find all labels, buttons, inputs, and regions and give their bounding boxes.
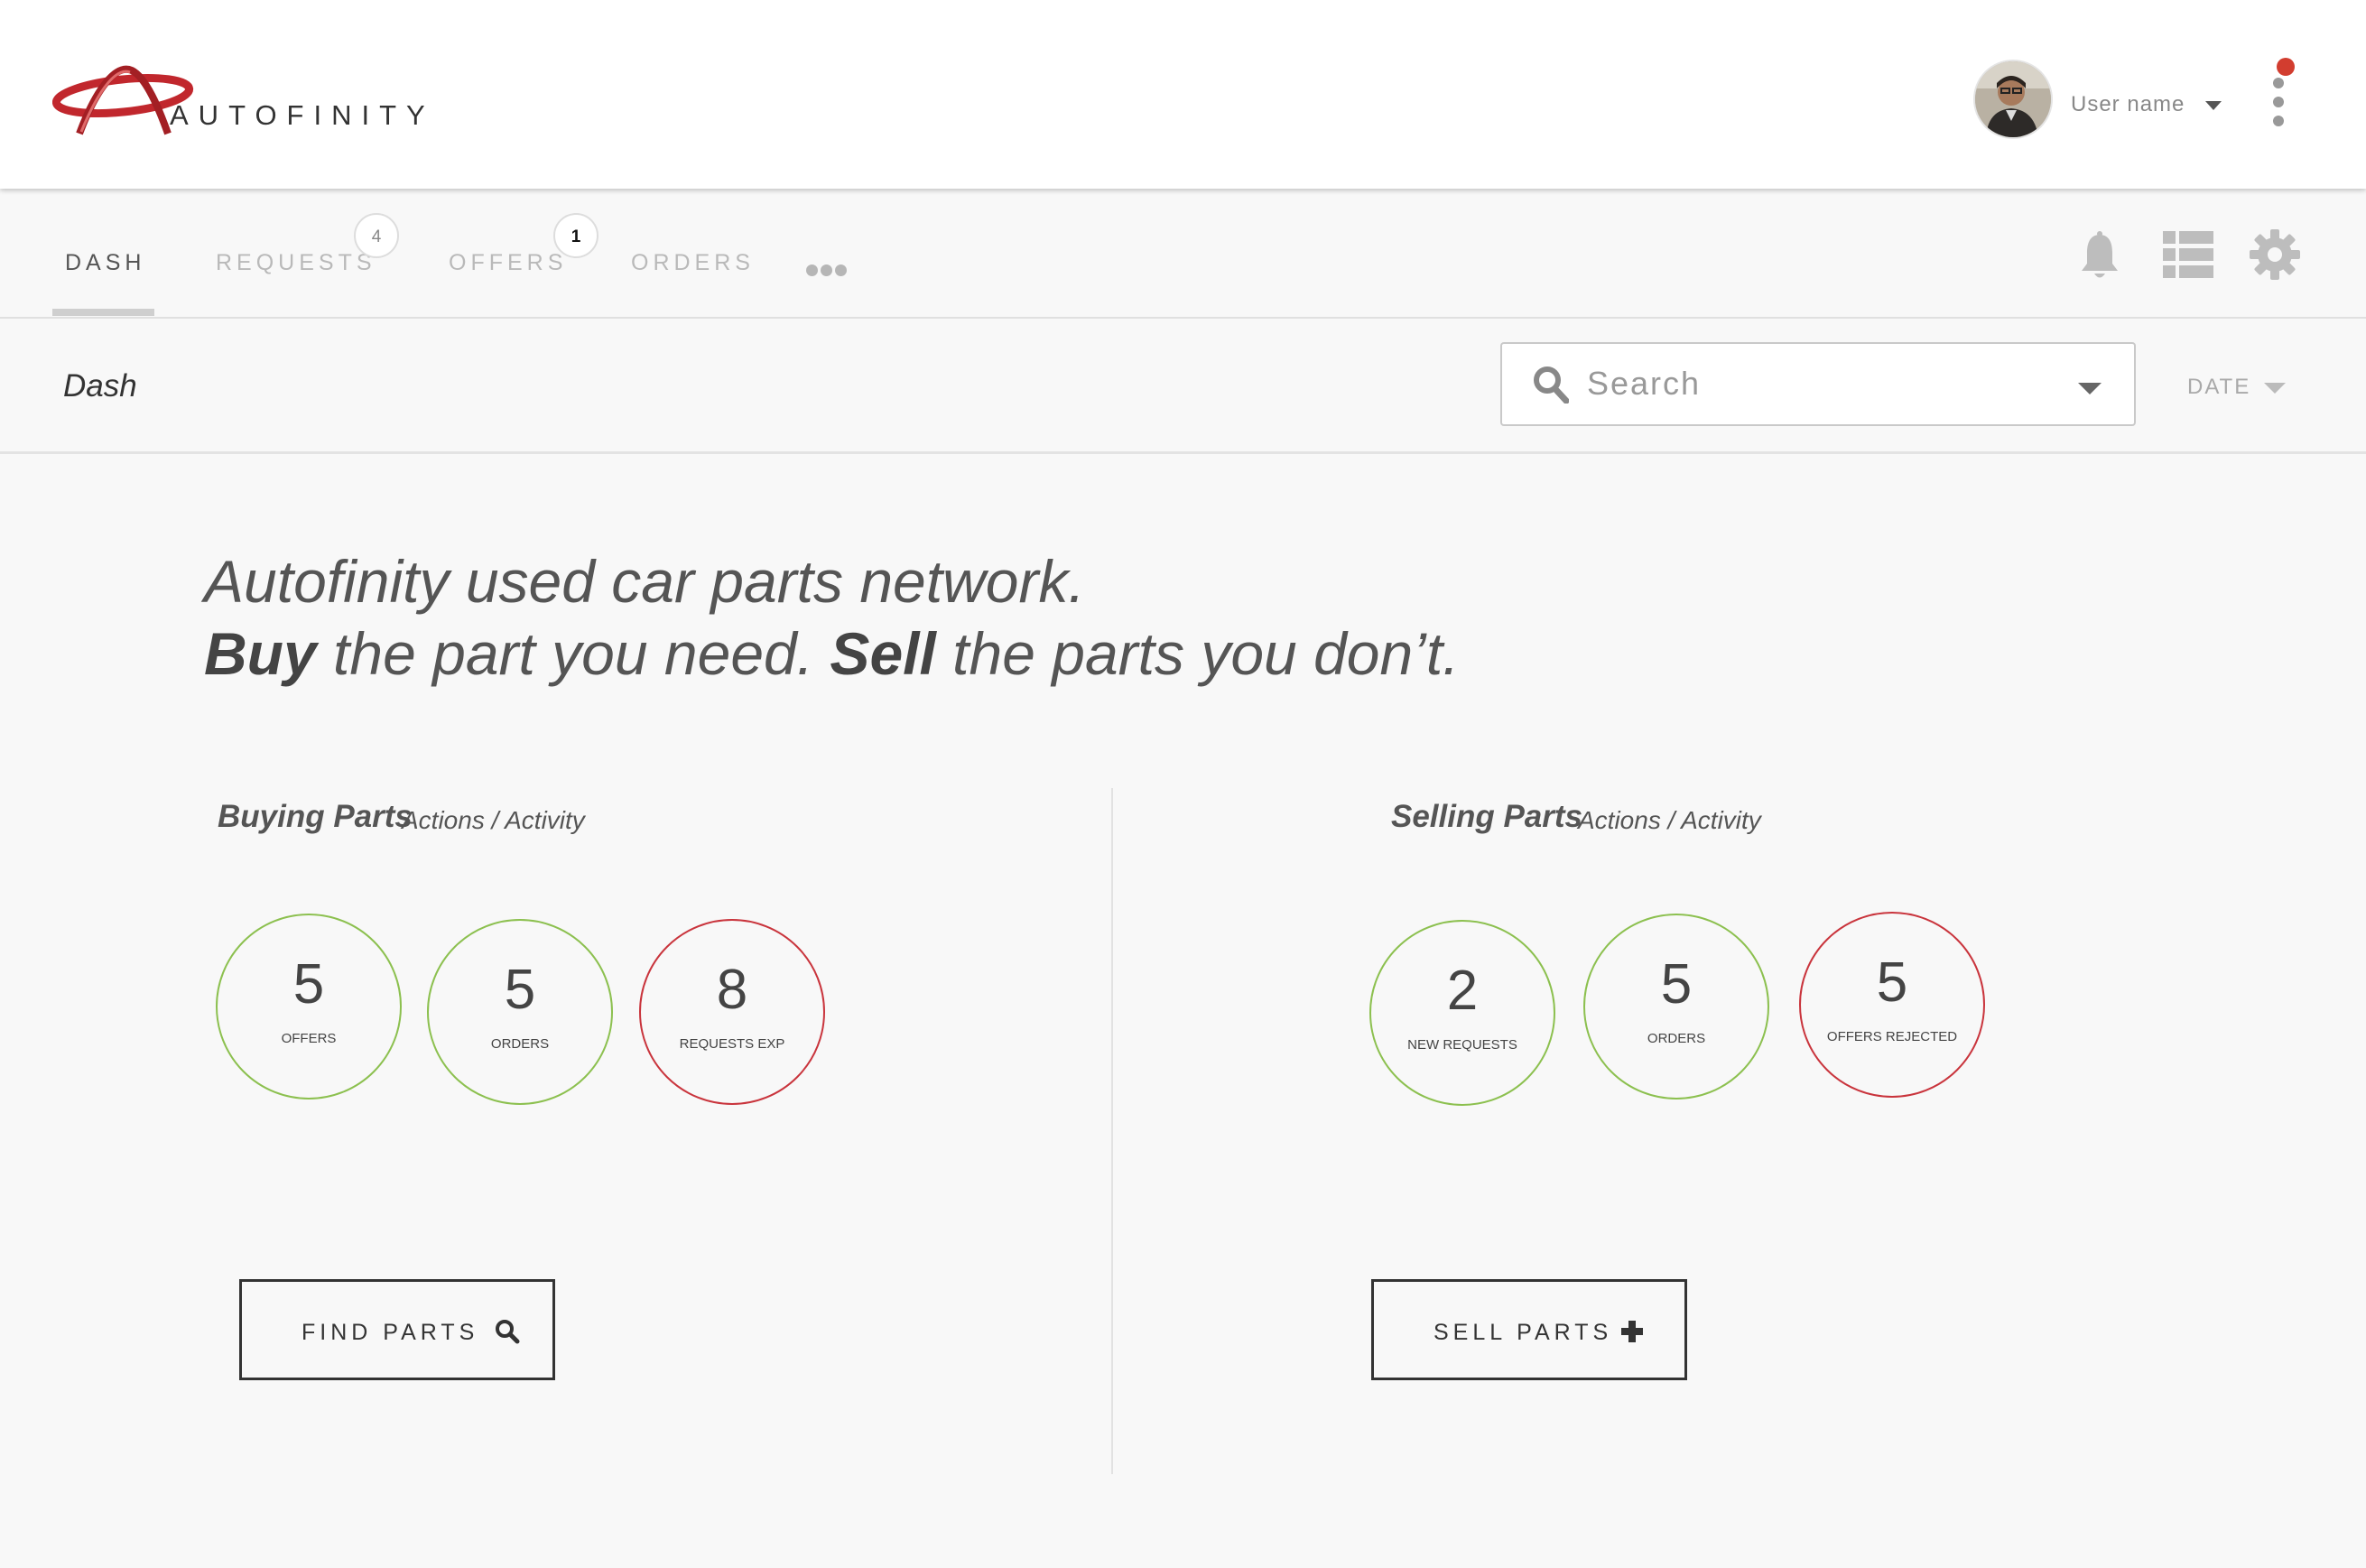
notification-dot	[2277, 58, 2295, 76]
stat-label: OFFERS REJECTED	[1826, 1029, 1958, 1044]
stat-value: 8	[716, 959, 748, 1021]
kebab-menu-icon[interactable]	[2273, 78, 2284, 126]
user-name-label[interactable]: User name	[2071, 92, 2185, 117]
stat-value: 5	[1876, 951, 1908, 1014]
stat-label: ORDERS	[1647, 1031, 1706, 1046]
search-icon	[496, 1320, 520, 1344]
find-parts-button[interactable]: FIND PARTS	[239, 1279, 555, 1380]
stat-value: 5	[292, 953, 325, 1016]
buying-requests-exp-stat[interactable]: 8 REQUESTS EXP	[639, 919, 825, 1105]
sell-parts-label: SELL PARTS	[1434, 1320, 1613, 1345]
sell-parts-button[interactable]: SELL PARTS	[1371, 1279, 1687, 1380]
tagline-line-1: Autofinity used car parts network.	[204, 548, 1085, 615]
chevron-down-icon[interactable]	[2205, 101, 2222, 110]
app-header: AUTOFINITY User name	[0, 0, 2366, 189]
stat-value: 5	[1660, 953, 1693, 1016]
buying-section-title: Buying Parts	[218, 799, 413, 834]
stat-value: 2	[1446, 960, 1479, 1022]
date-sort-dropdown[interactable]: DATE	[2187, 375, 2250, 400]
plus-icon	[1621, 1321, 1643, 1342]
page-title: Dash	[63, 368, 137, 404]
search-input[interactable]	[1587, 361, 2056, 406]
active-tab-indicator	[52, 309, 154, 316]
chevron-down-icon[interactable]	[2078, 383, 2102, 394]
buying-section-subtitle: Actions / Activity	[402, 806, 585, 834]
logo-wordmark: AUTOFINITY	[170, 99, 435, 131]
tab-offers[interactable]: OFFERS	[449, 250, 567, 276]
tagline-buy-rest: the part you need.	[316, 620, 830, 687]
dot-icon	[806, 264, 818, 276]
dot-icon	[821, 264, 832, 276]
tab-dash[interactable]: DASH	[65, 250, 145, 276]
dot-icon	[2273, 116, 2284, 126]
selling-section-title: Selling Parts	[1391, 799, 1583, 834]
chevron-down-icon[interactable]	[2264, 383, 2286, 394]
tab-orders[interactable]: ORDERS	[631, 250, 755, 276]
offers-count-badge: 1	[553, 213, 598, 258]
dot-icon	[835, 264, 847, 276]
more-dots-icon[interactable]	[806, 264, 848, 277]
tagline-sell: Sell	[830, 620, 936, 687]
user-photo-icon	[1975, 61, 2051, 137]
section-divider	[1111, 788, 1113, 1474]
selling-new-requests-stat[interactable]: 2 NEW REQUESTS	[1369, 920, 1555, 1106]
stat-value: 5	[504, 959, 536, 1021]
user-avatar[interactable]	[1973, 60, 2053, 139]
buying-orders-stat[interactable]: 5 ORDERS	[427, 919, 613, 1105]
gear-icon[interactable]	[2250, 229, 2300, 280]
stat-label: REQUESTS EXP	[679, 1036, 785, 1052]
stat-label: NEW REQUESTS	[1407, 1037, 1517, 1053]
stat-label: ORDERS	[490, 1036, 550, 1052]
list-icon[interactable]	[2163, 231, 2213, 278]
selling-offers-rejected-stat[interactable]: 5 OFFERS REJECTED	[1799, 912, 1985, 1098]
tab-requests[interactable]: REQUESTS	[216, 250, 376, 276]
search-icon	[1534, 366, 1569, 404]
bell-icon[interactable]	[2080, 231, 2120, 280]
find-parts-label: FIND PARTS	[302, 1320, 479, 1345]
requests-count-badge: 4	[354, 213, 399, 258]
stat-label: OFFERS	[281, 1031, 337, 1046]
tagline-sell-rest: the parts you don’t.	[935, 620, 1460, 687]
selling-orders-stat[interactable]: 5 ORDERS	[1583, 914, 1769, 1099]
tagline-line-2: Buy the part you need. Sell the parts yo…	[204, 619, 1460, 688]
tagline-buy: Buy	[204, 620, 317, 687]
buying-offers-stat[interactable]: 5 OFFERS	[216, 914, 402, 1099]
dot-icon	[2273, 78, 2284, 88]
dot-icon	[2273, 97, 2284, 107]
selling-section-subtitle: Actions / Activity	[1578, 806, 1761, 834]
